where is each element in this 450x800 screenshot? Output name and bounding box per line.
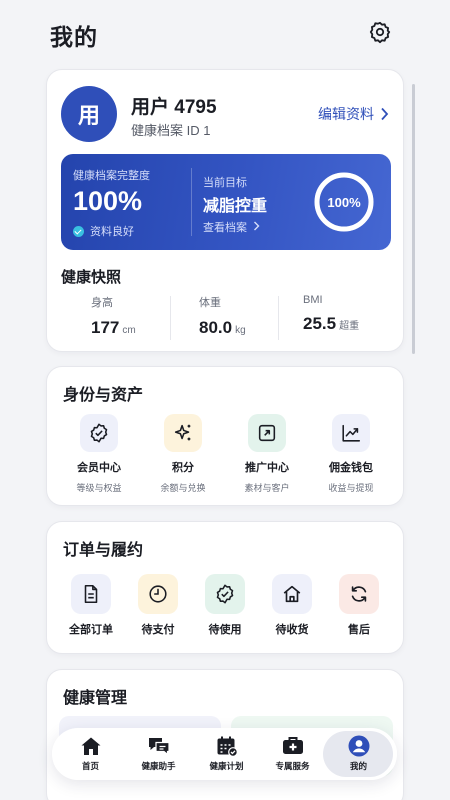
home-icon bbox=[272, 574, 312, 614]
header: 我的 bbox=[0, 0, 450, 66]
scrollbar[interactable] bbox=[412, 84, 415, 354]
edit-profile-label: 编辑资料 bbox=[318, 106, 374, 122]
health-snapshot-title: 健康快照 bbox=[61, 269, 122, 286]
item-label: 待使用 bbox=[208, 624, 242, 636]
metric-bmi: BMI 25.5 超重 bbox=[273, 294, 381, 340]
points-item[interactable]: 积分 余额与兑换 bbox=[151, 414, 215, 494]
item-sub: 收益与提现 bbox=[328, 483, 374, 493]
record-status-text: 资料良好 bbox=[90, 226, 134, 238]
goal-value: 减脂控重 bbox=[203, 198, 268, 215]
nav-item-home[interactable]: 首页 bbox=[56, 728, 125, 780]
nav-label: 我的 bbox=[349, 761, 367, 771]
item-sub: 素材与客户 bbox=[244, 483, 290, 493]
promotion-center-item[interactable]: 推广中心 素材与客户 bbox=[235, 414, 299, 494]
item-label: 佣金钱包 bbox=[329, 462, 373, 474]
section-title: 健康管理 bbox=[63, 690, 128, 707]
item-label: 全部订单 bbox=[69, 624, 113, 636]
nav-item-mine[interactable]: 我的 bbox=[324, 728, 393, 780]
chat-icon bbox=[148, 738, 170, 756]
share-out-icon bbox=[248, 414, 286, 452]
metric-unit: kg bbox=[235, 325, 246, 336]
metric-label: 身高 bbox=[91, 297, 113, 309]
nav-item-assistant[interactable]: 健康助手 bbox=[124, 728, 193, 780]
order-to-receive-item[interactable]: 待收货 bbox=[260, 574, 324, 637]
metric-value: 80.0 kg bbox=[199, 318, 246, 337]
metric-value: 25.5 超重 bbox=[303, 314, 360, 333]
avatar[interactable]: 用 bbox=[61, 86, 117, 142]
nav-label: 专属服务 bbox=[275, 761, 310, 771]
item-label: 待收货 bbox=[275, 624, 309, 636]
goal-label: 当前目标 bbox=[203, 177, 247, 189]
metric-unit: cm bbox=[122, 325, 136, 336]
nav-label: 健康计划 bbox=[209, 761, 244, 771]
item-label: 待支付 bbox=[141, 624, 175, 636]
profile-card: 用 用户 4795 健康档案 ID 1 编辑资料 健康档案完整度 100% 资料… bbox=[46, 69, 404, 352]
user-icon bbox=[348, 735, 369, 757]
check-circle-icon bbox=[73, 225, 84, 237]
page-title: 我的 bbox=[50, 24, 98, 50]
commission-wallet-item[interactable]: 佣金钱包 收益与提现 bbox=[319, 414, 383, 494]
item-label: 会员中心 bbox=[77, 462, 121, 474]
metric-label: BMI bbox=[303, 294, 323, 306]
view-record-label: 查看档案 bbox=[203, 222, 247, 234]
member-center-item[interactable]: 会员中心 等级与权益 bbox=[67, 414, 131, 494]
section-title: 身份与资产 bbox=[63, 387, 144, 404]
gear-icon[interactable] bbox=[368, 20, 392, 44]
order-to-use-item[interactable]: 待使用 bbox=[193, 574, 257, 637]
home-icon bbox=[81, 737, 100, 755]
refresh-icon bbox=[339, 574, 379, 614]
item-label: 售后 bbox=[348, 624, 370, 636]
clock-icon bbox=[138, 574, 178, 614]
item-label: 推广中心 bbox=[245, 462, 289, 474]
nav-item-plan[interactable]: 健康计划 bbox=[192, 728, 261, 780]
order-all-item[interactable]: 全部订单 bbox=[59, 574, 123, 637]
edit-profile-link[interactable]: 编辑资料 bbox=[318, 104, 389, 124]
item-label: 积分 bbox=[172, 462, 194, 474]
trend-chart-icon bbox=[332, 414, 370, 452]
order-after-sales-item[interactable]: 售后 bbox=[327, 574, 391, 637]
user-name: 用户 4795 bbox=[131, 97, 217, 118]
order-pending-payment-item[interactable]: 待支付 bbox=[126, 574, 190, 637]
progress-ring-text: 100% bbox=[327, 194, 361, 210]
calendar-check-icon bbox=[217, 736, 238, 757]
item-sub: 余额与兑换 bbox=[160, 483, 206, 493]
banner-divider bbox=[191, 168, 192, 236]
section-title: 订单与履约 bbox=[63, 542, 144, 559]
metric-label: 体重 bbox=[199, 297, 221, 309]
orders-card: 订单与履约 全部订单 待支付 待使用 待收货 售后 bbox=[46, 521, 404, 654]
metric-height: 身高 177 cm bbox=[61, 294, 169, 340]
metric-unit: 超重 bbox=[339, 321, 360, 332]
badge-check-icon bbox=[80, 414, 118, 452]
nav-item-service[interactable]: 专属服务 bbox=[258, 728, 327, 780]
nav-label: 首页 bbox=[81, 761, 99, 771]
document-icon bbox=[71, 574, 111, 614]
health-record-banner[interactable]: 健康档案完整度 100% 资料良好 当前目标 减脂控重 查看档案 100% bbox=[61, 154, 391, 250]
record-status: 资料良好 bbox=[73, 223, 134, 239]
item-sub: 等级与权益 bbox=[76, 483, 122, 493]
completeness-label: 健康档案完整度 bbox=[73, 170, 150, 182]
identity-assets-card: 身份与资产 会员中心 等级与权益 积分 余额与兑换 推广中心 素材与客户 佣金钱… bbox=[46, 366, 404, 506]
completeness-value: 100% bbox=[73, 186, 143, 216]
nav-label: 健康助手 bbox=[141, 761, 176, 771]
badge-check-icon bbox=[205, 574, 245, 614]
chevron-right-icon bbox=[254, 221, 260, 231]
chevron-right-icon bbox=[381, 107, 389, 121]
view-record-link[interactable]: 查看档案 bbox=[203, 219, 260, 235]
health-record-id: 健康档案 ID 1 bbox=[131, 123, 211, 138]
metric-weight: 体重 80.0 kg bbox=[169, 294, 277, 340]
medical-kit-icon bbox=[282, 737, 303, 754]
metric-value: 177 cm bbox=[91, 318, 136, 337]
sparkles-icon bbox=[164, 414, 202, 452]
bottom-nav: 首页 健康助手 健康计划 专属服务 我的 bbox=[52, 728, 397, 780]
